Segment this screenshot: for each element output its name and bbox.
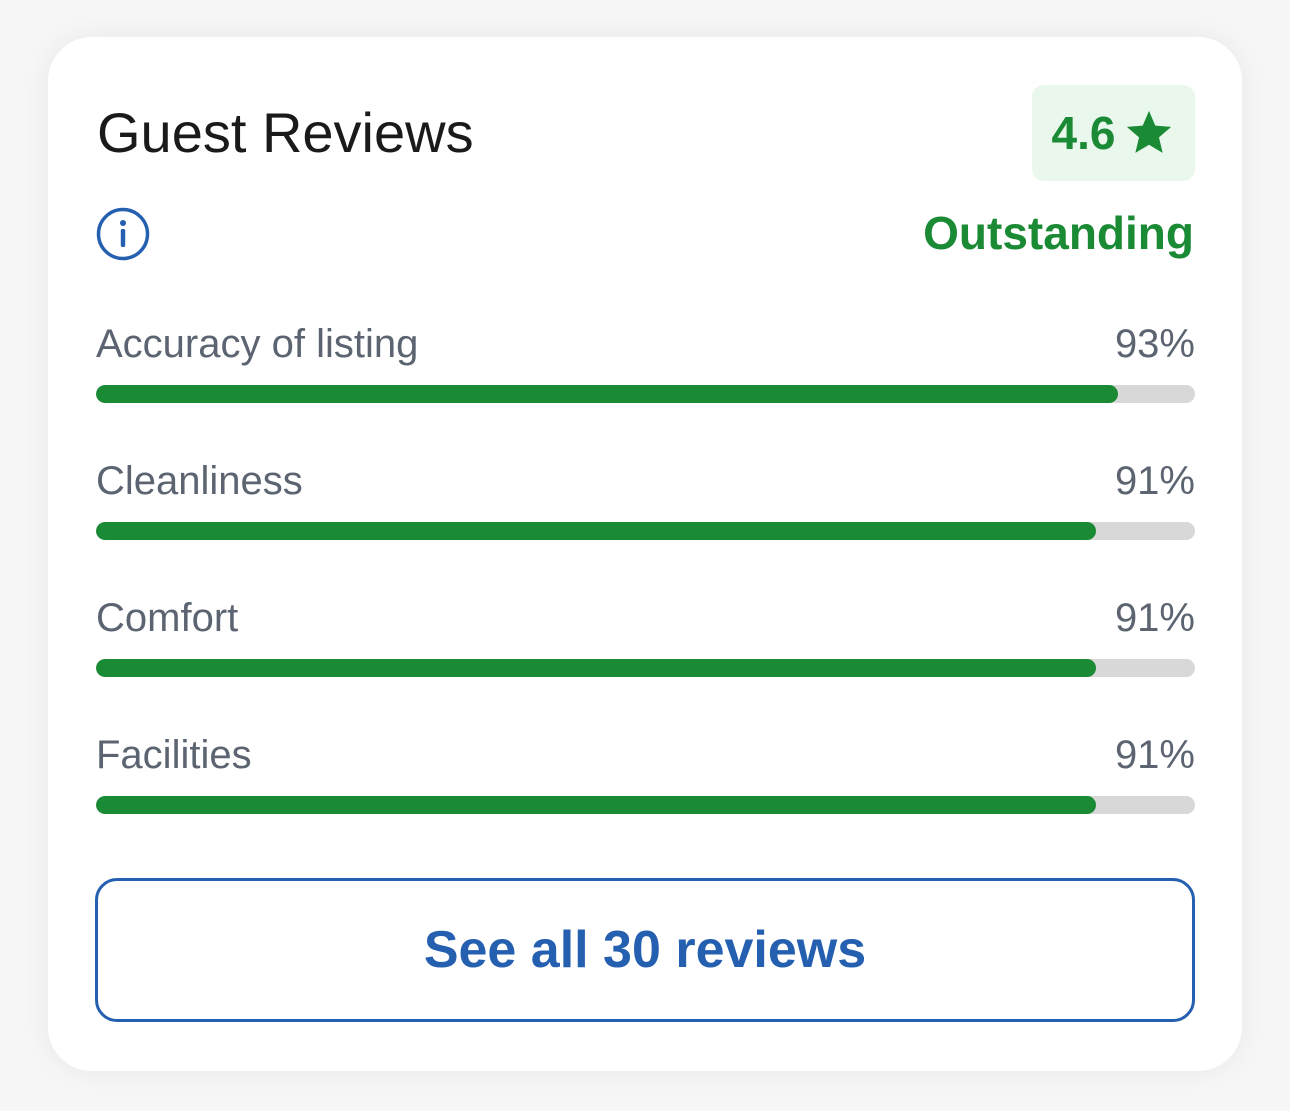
category-row: Cleanliness 91%	[96, 457, 1195, 557]
progress-fill	[96, 522, 1097, 540]
category-value: 93%	[1114, 322, 1195, 366]
category-value: 91%	[1114, 733, 1195, 777]
category-row: Facilities 91%	[96, 731, 1195, 831]
progress-track	[96, 522, 1195, 540]
category-label: Facilities	[96, 733, 252, 777]
rating-word: Outstanding	[923, 207, 1194, 259]
category-label: Accuracy of listing	[96, 322, 419, 366]
progress-fill	[96, 796, 1097, 814]
score-value: 4.6	[1051, 107, 1116, 159]
progress-track	[96, 796, 1195, 814]
score-badge: 4.6	[1032, 85, 1195, 181]
category-row: Accuracy of listing 93%	[96, 320, 1195, 420]
info-icon[interactable]	[96, 207, 150, 261]
category-value: 91%	[1114, 459, 1195, 503]
category-label: Cleanliness	[96, 459, 303, 503]
guest-reviews-card: Guest Reviews 4.6 Outstanding Accuracy o…	[48, 37, 1242, 1071]
category-label: Comfort	[96, 596, 239, 640]
card-title: Guest Reviews	[97, 101, 474, 164]
category-row: Comfort 91%	[96, 594, 1195, 694]
progress-fill	[96, 659, 1097, 677]
category-value: 91%	[1114, 596, 1195, 640]
star-icon	[1127, 110, 1172, 153]
progress-track	[96, 385, 1195, 403]
progress-track	[96, 659, 1195, 677]
see-all-reviews-button[interactable]: See all 30 reviews	[95, 878, 1195, 1022]
progress-fill	[96, 385, 1119, 403]
